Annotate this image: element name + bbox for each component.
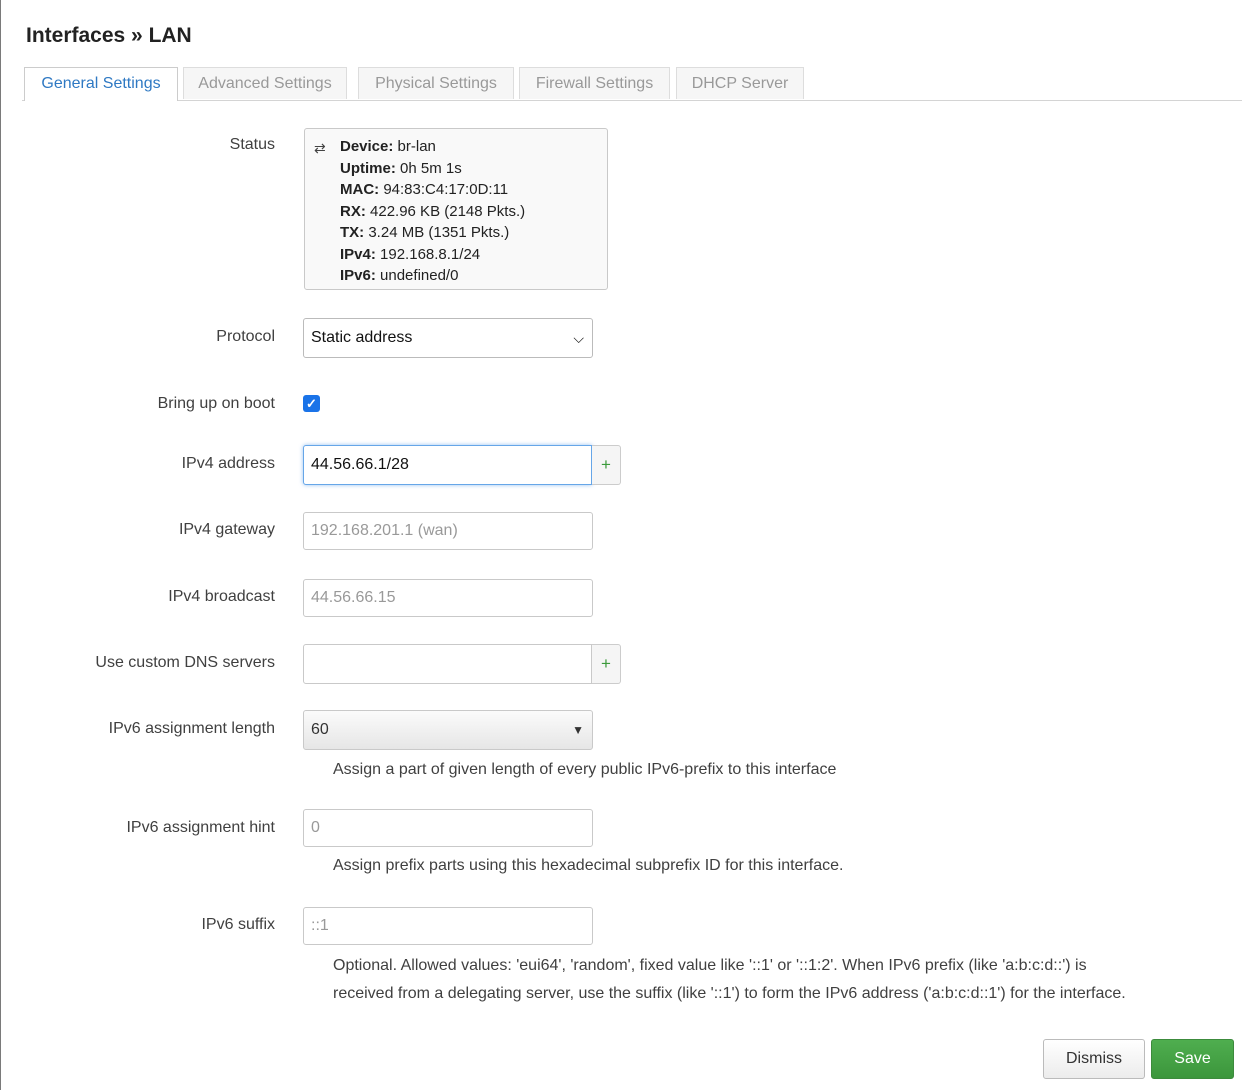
ipv4-address-label: IPv4 address xyxy=(181,455,275,472)
network-device-icon: ⇄ xyxy=(314,140,326,156)
boot-checkbox[interactable]: ✓ xyxy=(303,395,320,412)
save-button[interactable]: Save xyxy=(1151,1039,1234,1079)
left-border xyxy=(0,0,1,1090)
ipv6-hint-label: IPv6 assignment hint xyxy=(126,819,275,836)
status-tx-key: TX: xyxy=(340,224,365,241)
status-ipv6-key: IPv6: xyxy=(340,267,376,284)
status-device-key: Device: xyxy=(340,138,394,155)
ipv6-suffix-description-line1: Optional. Allowed values: 'eui64', 'rand… xyxy=(333,957,1087,974)
status-label: Status xyxy=(229,136,275,153)
status-uptime-key: Uptime: xyxy=(340,159,396,177)
status-rx-key: RX: xyxy=(340,202,366,220)
status-rx-value: 422.96 KB (2148 Pkts.) xyxy=(370,202,526,220)
dns-input[interactable] xyxy=(303,644,592,684)
ipv6-suffix-input[interactable]: ::1 xyxy=(303,907,593,945)
tab-physical-settings[interactable]: Physical Settings xyxy=(358,67,514,99)
boot-label: Bring up on boot xyxy=(157,395,275,412)
checkmark-icon: ✓ xyxy=(306,396,317,411)
tab-bar: General Settings Advanced Settings Physi… xyxy=(22,67,1242,101)
ipv4-gateway-input[interactable]: 192.168.201.1 (wan) xyxy=(303,512,593,550)
ipv4-broadcast-input[interactable]: 44.56.66.15 xyxy=(303,579,593,617)
status-ipv4-key: IPv4: xyxy=(340,245,376,263)
status-ipv6-value: undefined/0 xyxy=(380,267,459,284)
ipv4-gateway-label: IPv4 gateway xyxy=(178,521,275,538)
dropdown-triangle-icon: ▼ xyxy=(572,723,584,737)
status-mac-key: MAC: xyxy=(340,181,380,198)
status-ipv4-value: 192.168.8.1/24 xyxy=(380,245,481,263)
tab-firewall-settings[interactable]: Firewall Settings xyxy=(519,67,670,99)
ipv6-suffix-label: IPv6 suffix xyxy=(201,916,275,933)
ipv6-length-label: IPv6 assignment length xyxy=(108,720,275,737)
status-mac-value: 94:83:C4:17:0D:11 xyxy=(383,181,509,198)
protocol-select[interactable]: Static address ⌵ xyxy=(303,318,593,358)
chevron-down-icon: ⌵ xyxy=(573,330,584,346)
ipv6-length-description: Assign a part of given length of every p… xyxy=(333,761,837,778)
ipv4-address-input[interactable]: 44.56.66.1/28 xyxy=(303,445,592,485)
protocol-label: Protocol xyxy=(216,328,275,345)
tab-advanced-settings[interactable]: Advanced Settings xyxy=(183,67,347,99)
ipv6-length-select[interactable]: 60 ▼ xyxy=(303,710,593,750)
ipv4-broadcast-label: IPv4 broadcast xyxy=(168,588,275,605)
ipv6-hint-description: Assign prefix parts using this hexadecim… xyxy=(333,857,844,874)
protocol-selected-value: Static address xyxy=(311,329,413,346)
ipv4-address-add-button[interactable]: + xyxy=(592,445,621,485)
dns-add-button[interactable]: + xyxy=(592,644,621,684)
dns-label: Use custom DNS servers xyxy=(95,654,275,671)
tab-general-settings[interactable]: General Settings xyxy=(24,67,178,101)
tab-dhcp-server[interactable]: DHCP Server xyxy=(676,67,804,99)
ipv6-suffix-description-line2: received from a delegating server, use t… xyxy=(333,985,1126,1002)
page-title: Interfaces » LAN xyxy=(26,24,192,47)
ipv6-length-value: 60 xyxy=(311,721,329,738)
dismiss-button[interactable]: Dismiss xyxy=(1043,1039,1145,1079)
status-box: ⇄ Device: br-lan Uptime: 0h 5m 1s MAC: 9… xyxy=(304,128,608,290)
status-uptime-value: 0h 5m 1s xyxy=(400,159,462,177)
ipv6-hint-input[interactable]: 0 xyxy=(303,809,593,847)
status-device-value: br-lan xyxy=(397,138,436,155)
status-tx-value: 3.24 MB (1351 Pkts.) xyxy=(368,224,510,241)
